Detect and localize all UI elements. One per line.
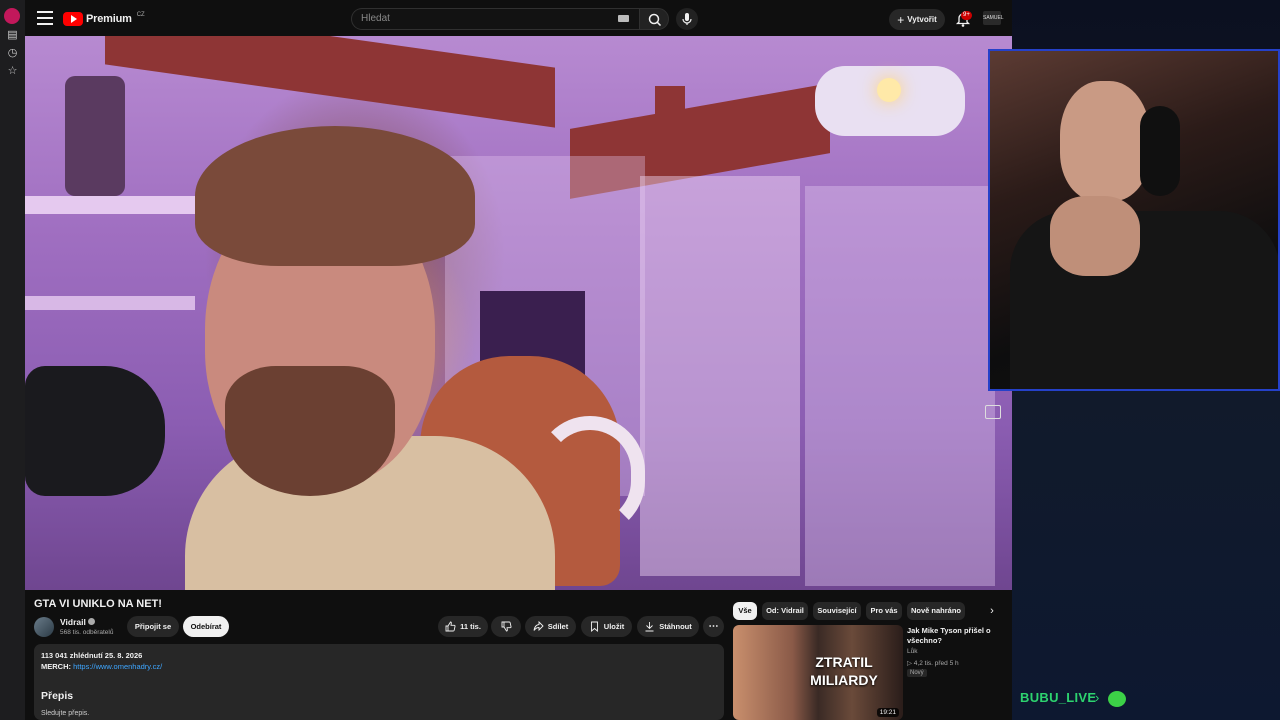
chevron-right-icon: › [1095,690,1100,705]
tabs-icon[interactable]: ▤ [5,28,20,43]
search-input[interactable]: Hledat [351,8,639,30]
save-button[interactable]: Uložit [581,616,632,637]
person-hair [195,126,475,266]
bookmarks-star-icon[interactable]: ☆ [5,64,20,79]
chip-for-you[interactable]: Pro vás [866,602,902,620]
studio-light-bulb [877,78,901,102]
streamer-head [1060,81,1150,201]
shelf-figure [65,76,125,196]
youtube-header: Premium CZ Hledat + Vytvořit 9+ SAMUEL [25,0,1012,36]
download-icon [645,622,654,632]
shelf [25,196,195,214]
video-title: GTA VI UNIKLO NA NET! [34,598,162,610]
chevron-right-icon[interactable]: › [985,604,999,618]
watch-metadata: GTA VI UNIKLO NA NET! Vidrail 568 tis. o… [25,590,1012,720]
microphone-icon [682,13,692,25]
save-label: Uložit [603,622,625,631]
headphones-icon [1140,106,1180,196]
plus-icon: + [897,12,905,27]
wall-panel [640,176,800,576]
verified-icon [88,618,95,625]
voice-search-button[interactable] [676,8,698,30]
browser-sidebar: ▤ ◷ ☆ [0,0,25,720]
wall-panel [805,186,995,586]
like-button[interactable]: 11 tis. [438,616,488,637]
thumbs-down-icon [501,621,511,632]
like-count: 11 tis. [460,622,481,631]
transcript-heading: Přepis [41,690,74,702]
video-player[interactable] [25,36,1012,590]
stream-channel-label: BUBU_LIVE [1020,690,1097,705]
ceiling-beam [655,86,685,146]
share-label: Sdílet [547,622,569,631]
merch-label: MERCH: [41,662,71,671]
channel-name[interactable]: Vidrail [60,617,86,627]
stream-brand-logo [1108,691,1126,707]
dislike-button[interactable] [491,616,521,637]
picture-in-picture-icon[interactable] [985,405,1001,419]
merch-link[interactable]: https://www.omenhadry.cz/ [73,662,162,671]
microphone [25,366,165,496]
chair-frame [535,416,645,536]
thumbs-up-icon [445,621,456,632]
chip-all[interactable]: Vše [733,602,757,620]
hamburger-menu-icon[interactable] [37,11,53,25]
description-box[interactable]: 113 041 zhlédnutí 25. 8. 2026 MERCH: htt… [34,644,724,720]
browser-profile-icon[interactable] [4,8,20,24]
streamer-webcam [988,49,1280,391]
recommendation-title[interactable]: Jak Mike Tyson přišel o všechno? [907,626,1007,646]
youtube-premium-logo[interactable]: Premium CZ [63,11,145,27]
download-label: Stáhnout [659,622,692,631]
chip-related[interactable]: Související [813,602,861,620]
search-button[interactable] [639,8,669,30]
channel-avatar[interactable] [34,617,54,637]
ceiling-beam [105,36,555,128]
keyboard-icon[interactable] [618,15,629,22]
transcript-subtitle: Sledujte přepis. [41,710,90,717]
youtube-play-icon [63,12,83,26]
create-label: Vytvořit [907,15,937,24]
notification-count-badge: 9+ [961,11,972,20]
recommendation-thumbnail[interactable]: ZTRATIL MILIARDY 19:21 [733,625,903,720]
join-button[interactable]: Připojit se [127,616,179,637]
merch-line: MERCH: https://www.omenhadry.cz/ [41,662,162,671]
recommendation-meta: ▷ 4,2 tis. před 5 h [907,660,959,667]
download-button[interactable]: Stáhnout [637,616,699,637]
chip-recently-uploaded[interactable]: Nově nahráno [907,602,965,620]
thumbnail-text: ZTRATIL MILIARDY [810,654,878,688]
bookmark-icon [590,621,598,632]
subscriber-count: 568 tis. odběratelů [60,629,114,636]
account-avatar[interactable]: SAMUEL [983,11,1004,25]
logo-country: CZ [136,12,145,18]
new-badge: Nový [907,669,927,677]
streamer-hands [1050,196,1140,276]
create-button[interactable]: + Vytvořit [889,9,945,30]
logo-text: Premium [86,13,132,25]
view-count-date: 113 041 zhlédnutí 25. 8. 2026 [41,651,143,660]
shelf [25,296,195,310]
chip-from-channel[interactable]: Od: Vidrail [762,602,808,620]
more-actions-button[interactable]: ⋯ [703,616,724,637]
recommendation-channel[interactable]: Lůk [907,648,917,655]
share-icon [533,621,544,632]
search-icon [648,13,662,27]
history-icon[interactable]: ◷ [5,46,20,61]
subscribe-button[interactable]: Odebírat [183,616,229,637]
share-button[interactable]: Sdílet [525,616,576,637]
video-duration: 19:21 [876,708,899,717]
person-beard [225,366,395,496]
